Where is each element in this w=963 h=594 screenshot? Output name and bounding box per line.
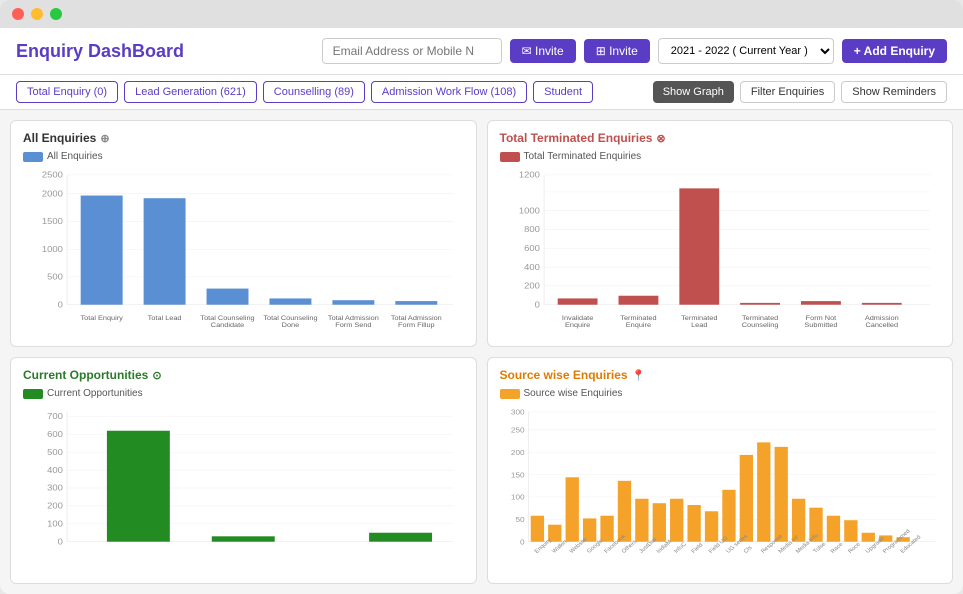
terminated-enquiries-chart: 0 200 400 600 800 1000 1200 Invalidate E… [500,166,941,336]
svg-text:600: 600 [47,430,63,439]
svg-text:50: 50 [515,515,524,523]
show-reminders-button[interactable]: Show Reminders [841,81,947,103]
svg-text:300: 300 [510,408,524,416]
svg-text:200: 200 [510,448,524,456]
svg-text:200: 200 [47,501,63,510]
current-opportunities-title: Current Opportunities ⊙ [23,368,464,382]
svg-text:Cls: Cls [742,545,753,555]
svg-text:Terminated: Terminated [620,315,656,321]
svg-text:1000: 1000 [42,245,63,254]
svg-text:300: 300 [47,483,63,492]
add-enquiry-button[interactable]: + Add Enquiry [842,39,947,63]
svg-text:800: 800 [524,225,540,234]
header: Enquiry DashBoard ✉ Invite ⊞ Invite 2021… [0,28,963,75]
svg-text:1000: 1000 [518,206,539,215]
tab-total-enquiry[interactable]: Total Enquiry (0) [16,81,118,103]
tabs-bar: Total Enquiry (0) Lead Generation (621) … [0,75,963,110]
all-enquiries-card: All Enquiries ⊕ All Enquiries [10,120,477,347]
svg-text:Form Send: Form Send [335,322,371,328]
svg-text:2500: 2500 [42,170,63,179]
svg-text:700: 700 [47,412,63,421]
svg-text:0: 0 [534,300,539,309]
year-select[interactable]: 2021 - 2022 ( Current Year ) [658,38,834,64]
svg-text:Field: Field [690,542,704,554]
svg-text:Race: Race [829,542,844,555]
svg-text:Total Admission: Total Admission [328,315,379,321]
minimize-dot[interactable] [31,8,43,20]
svg-text:Total Lead: Total Lead [148,315,182,321]
terminated-enquiries-title: Total Terminated Enquiries ⊗ [500,131,941,145]
svg-text:Lead: Lead [691,322,708,328]
page-content: Enquiry DashBoard ✉ Invite ⊞ Invite 2021… [0,28,963,594]
svg-text:Submitted: Submitted [804,322,837,328]
charts-grid: All Enquiries ⊕ All Enquiries [0,110,963,594]
svg-text:1200: 1200 [518,170,539,179]
svg-text:Counseling: Counseling [741,322,778,328]
opportunities-legend-color [23,389,43,399]
source-wise-title: Source wise Enquiries 📍 [500,368,941,382]
svg-text:500: 500 [47,448,63,457]
svg-text:Done: Done [282,322,300,328]
svg-text:400: 400 [47,465,63,474]
svg-text:Total Counseling: Total Counseling [263,315,317,321]
close-dot[interactable] [12,8,24,20]
title-bar [0,0,963,28]
svg-text:Tulse: Tulse [812,542,827,555]
svg-text:600: 600 [524,244,540,253]
svg-text:2000: 2000 [42,189,63,198]
svg-text:Terminated: Terminated [741,315,777,321]
svg-text:Form Not: Form Not [805,315,836,321]
sms-invite-button[interactable]: ⊞ Invite [584,39,650,63]
tab-counselling[interactable]: Counselling (89) [263,81,365,103]
svg-text:Form Fillup: Form Fillup [398,322,435,328]
svg-text:150: 150 [510,471,524,479]
svg-text:Total Enquiry: Total Enquiry [80,315,123,321]
show-graph-button[interactable]: Show Graph [653,81,734,103]
svg-text:InfoC: InfoC [673,542,688,555]
svg-text:Cancelled: Cancelled [865,322,898,328]
source-wise-chart: 0 50 100 150 200 250 300 [500,403,941,573]
svg-text:Total Counseling: Total Counseling [200,315,254,321]
page-title: Enquiry DashBoard [16,41,184,62]
current-opportunities-chart: 0 100 200 300 400 500 600 700 [23,403,464,573]
all-enquiries-chart: 0 500 1000 1500 2000 2500 Total Enquiry … [23,166,464,336]
svg-text:Roce: Roce [847,542,862,555]
tab-actions: Show Graph Filter Enquiries Show Reminde… [653,81,947,103]
search-input[interactable] [322,38,502,64]
svg-text:Admission: Admission [864,315,898,321]
current-opportunities-card: Current Opportunities ⊙ Current Opportun… [10,357,477,584]
tab-lead-generation[interactable]: Lead Generation (621) [124,81,257,103]
svg-text:400: 400 [524,262,540,271]
svg-text:0: 0 [58,537,63,546]
all-enquiries-legend-color [23,152,43,162]
svg-text:Enquire: Enquire [625,322,650,328]
source-wise-card: Source wise Enquiries 📍 Source wise Enqu… [487,357,954,584]
terminated-enquiries-card: Total Terminated Enquiries ⊗ Total Termi… [487,120,954,347]
svg-text:100: 100 [510,493,524,501]
email-invite-button[interactable]: ✉ Invite [510,39,576,63]
svg-text:0: 0 [520,538,525,546]
svg-text:Terminated: Terminated [681,315,717,321]
svg-text:Total Admission: Total Admission [391,315,442,321]
svg-text:1500: 1500 [42,217,63,226]
filter-enquiries-button[interactable]: Filter Enquiries [740,81,835,103]
svg-text:0: 0 [58,300,63,309]
tab-admission-workflow[interactable]: Admission Work Flow (108) [371,81,527,103]
svg-text:Invalidate: Invalidate [561,315,593,321]
all-enquiries-title: All Enquiries ⊕ [23,131,464,145]
svg-text:250: 250 [510,426,524,434]
main-window: Enquiry DashBoard ✉ Invite ⊞ Invite 2021… [0,0,963,594]
svg-text:200: 200 [524,281,540,290]
maximize-dot[interactable] [50,8,62,20]
terminated-legend-color [500,152,520,162]
tab-student[interactable]: Student [533,81,593,103]
svg-text:Enquire: Enquire [564,322,589,328]
source-legend-color [500,389,520,399]
svg-text:100: 100 [47,519,63,528]
svg-text:500: 500 [47,272,63,281]
svg-text:Candidate: Candidate [211,322,245,328]
